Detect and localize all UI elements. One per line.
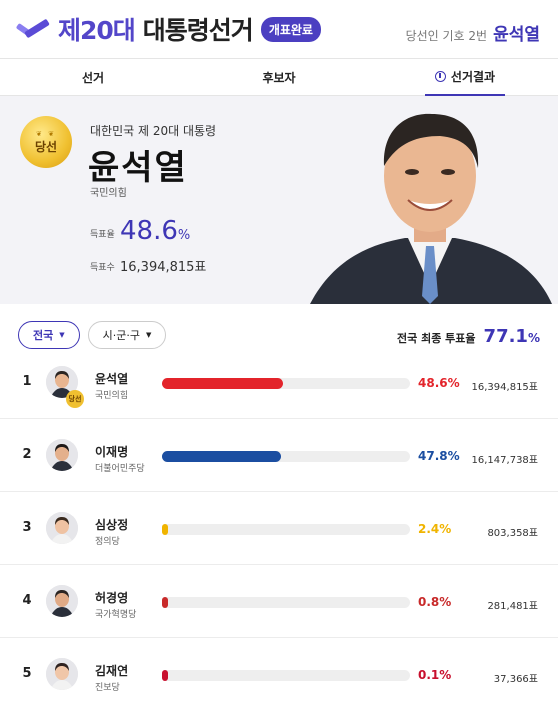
tab-election-label: 선거 [81, 70, 105, 85]
candidate-votes: 37,366표 [493, 674, 538, 685]
turnout-label: 전국 최종 투표율 [397, 332, 476, 345]
district-select-value: 시·군·구 [102, 329, 140, 342]
avatar [46, 585, 78, 617]
tab-results[interactable]: 선거결과 [372, 58, 558, 96]
winner-name: 윤석열 [493, 25, 540, 45]
candidate-votes: 281,481표 [487, 601, 538, 612]
medal-label: 당선 [34, 139, 58, 154]
candidate-row[interactable]: 4 허경영국가혁명당 0.8% 281,481표 [0, 565, 558, 638]
results-list: 1 당선 윤석열국민의힘 48.6% 16,394,815표 2 이재명더불어민주당 47.8… [0, 346, 558, 706]
wreath-icon: ❦ ❦ [36, 129, 56, 138]
vote-share-bar [162, 378, 410, 389]
avatar-portrait [46, 585, 78, 617]
status-badge: 개표완료 [260, 16, 321, 42]
vote-rate-value: 48.6% [120, 216, 190, 246]
vote-share-fill [162, 597, 168, 608]
vote-share-bar [162, 597, 410, 608]
vote-share-bar [162, 451, 410, 462]
candidate-party: 더불어민주당 [95, 464, 145, 474]
vote-count-value: 16,394,815표 [120, 260, 207, 275]
check-logo-icon [15, 18, 52, 39]
caret-down-icon: ▼ [59, 331, 65, 339]
hero-name: 윤석열 [88, 148, 188, 188]
vote-share-bar [162, 670, 410, 681]
candidate-party: 국가혁명당 [95, 610, 137, 620]
winner-badge: 당선 [66, 390, 84, 408]
avatar-portrait [46, 439, 78, 471]
vote-share-fill [162, 378, 283, 389]
top-header: 제20대 대통령선거 개표완료 당선인 기호 2번 윤석열 [0, 0, 558, 58]
candidate-row[interactable]: 2 이재명더불어민주당 47.8% 16,147,738표 [0, 419, 558, 492]
tab-candidates[interactable]: 후보자 [186, 59, 372, 95]
tab-results-inner: 선거결과 [424, 58, 506, 96]
candidate-percent: 0.1% [418, 668, 452, 682]
tab-results-label: 선거결과 [450, 70, 496, 84]
candidate-row[interactable]: 3 심상정정의당 2.4% 803,358표 [0, 492, 558, 565]
turnout-value: 77.1 [483, 326, 528, 347]
candidate-rank: 2 [22, 447, 32, 462]
region-select[interactable]: 전국 ▼ [18, 321, 80, 349]
candidate-name: 심상정 [95, 518, 129, 532]
winner-hero: ❦ ❦ 당선 대한민국 제 20대 대통령 윤석열 국민의힘 득표율 48.6%… [0, 96, 558, 304]
page-title-number: 제20대 [58, 16, 136, 45]
winner-info: 당선인 기호 2번 윤석열 [406, 20, 540, 45]
tab-bar: 선거 후보자 선거결과 [0, 58, 558, 96]
tab-election[interactable]: 선거 [0, 59, 186, 95]
candidate-rank: 3 [22, 520, 32, 535]
turnout-summary: 전국 최종 투표율 77.1 % [397, 326, 540, 347]
avatar-portrait [46, 512, 78, 544]
candidate-name: 김재연 [95, 664, 129, 678]
candidate-percent: 47.8% [418, 449, 460, 463]
winner-medal: ❦ ❦ 당선 [20, 116, 72, 168]
avatar [46, 439, 78, 471]
caret-down-icon: ▼ [146, 331, 152, 339]
candidate-name: 이재명 [95, 445, 129, 459]
hero-subtitle: 대한민국 제 20대 대통령 [90, 124, 217, 138]
candidate-votes: 16,147,738표 [471, 455, 538, 466]
winner-label: 당선인 기호 2번 [405, 29, 488, 43]
vote-share-fill [162, 670, 168, 681]
avatar [46, 512, 78, 544]
vote-share-bar [162, 524, 410, 535]
vote-count-label: 득표수 [90, 263, 115, 273]
candidate-row[interactable]: 5 김재연진보당 0.1% 37,366표 [0, 638, 558, 706]
candidate-rank: 5 [22, 666, 32, 681]
vote-rate-number: 48.6 [120, 216, 178, 246]
avatar [46, 658, 78, 690]
candidate-percent: 2.4% [418, 522, 452, 536]
candidate-votes: 803,358표 [487, 528, 538, 539]
candidate-votes: 16,394,815표 [471, 382, 538, 393]
candidate-percent: 0.8% [418, 595, 452, 609]
vote-rate-label: 득표율 [90, 230, 115, 240]
page-title: 대통령선거 [142, 16, 254, 45]
candidate-percent: 48.6% [418, 376, 460, 390]
candidate-rank: 4 [22, 593, 32, 608]
ballot-icon [434, 71, 446, 82]
vote-share-fill [162, 451, 281, 462]
candidate-party: 진보당 [95, 683, 120, 693]
candidate-name: 허경영 [95, 591, 129, 605]
vote-share-fill [162, 524, 168, 535]
candidate-party: 정의당 [95, 537, 120, 547]
candidate-party: 국민의힘 [95, 391, 129, 401]
region-select-value: 전국 [33, 329, 54, 342]
hero-party: 국민의힘 [90, 188, 127, 199]
candidate-rank: 1 [22, 374, 32, 389]
winner-portrait [290, 96, 558, 304]
avatar-portrait [46, 658, 78, 690]
turnout-unit: % [527, 331, 540, 345]
district-select[interactable]: 시·군·구 ▼ [87, 321, 167, 349]
candidate-row[interactable]: 1 당선 윤석열국민의힘 48.6% 16,394,815표 [0, 346, 558, 419]
tab-candidates-label: 후보자 [262, 70, 296, 85]
candidate-name: 윤석열 [95, 372, 129, 386]
vote-rate-unit: % [177, 228, 191, 243]
